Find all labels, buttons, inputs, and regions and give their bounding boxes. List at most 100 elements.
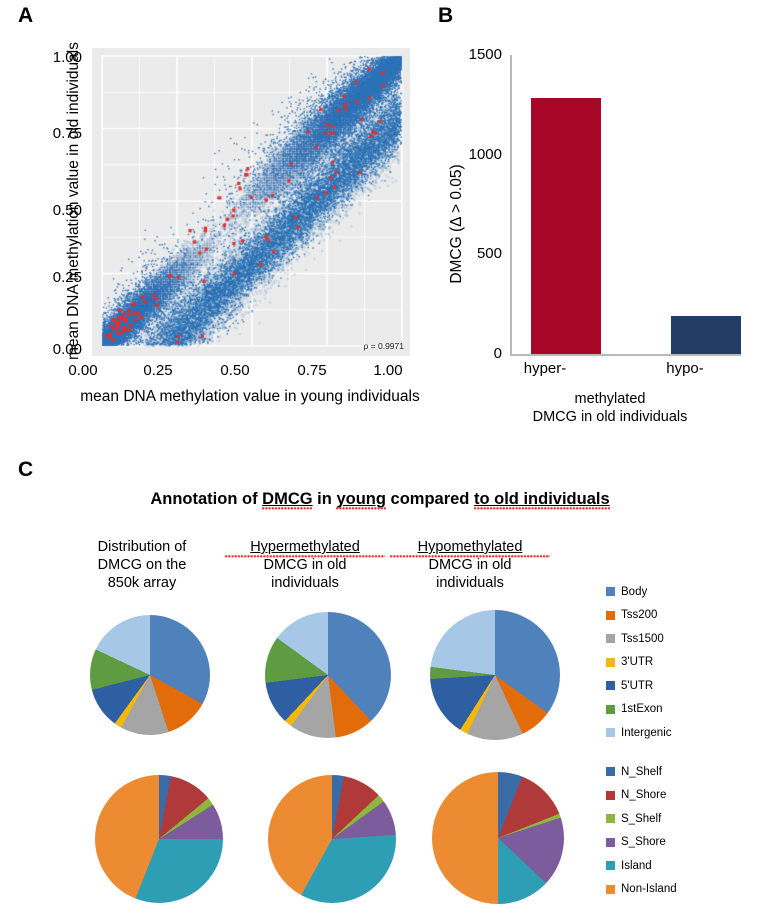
panel-a-xtick-025: 0.25 — [143, 362, 173, 379]
legend-gene-swatch-icon-0 — [606, 587, 615, 597]
bar-hyper[interactable] — [531, 98, 601, 354]
legend-island-item-4[interactable]: Island — [606, 854, 677, 878]
legend-island-label-1: N_Shore — [621, 789, 667, 802]
legend-island-swatch-icon-0 — [606, 767, 615, 777]
pie-chart-island-hyper[interactable] — [268, 775, 396, 903]
legend-gene-label-5: 1stExon — [621, 703, 663, 716]
column-header-array: Distribution of DMCG on the 850k array — [62, 538, 222, 592]
panel-b-x-axis-line — [510, 354, 741, 356]
legend-gene-item-0[interactable]: Body — [606, 580, 672, 604]
legend-island-label-3: S_Shore — [621, 836, 666, 849]
legend-gene-swatch-icon-6 — [606, 728, 615, 738]
panel-b-ytick-500: 500 — [476, 245, 502, 262]
pie-chart-gene-array[interactable] — [90, 615, 210, 735]
legend-gene-swatch-icon-3 — [606, 657, 615, 667]
column-header-hyper-line1: Hypermethylated — [225, 538, 385, 558]
legend-gene-item-5[interactable]: 1stExon — [606, 698, 672, 722]
legend-gene-swatch-icon-5 — [606, 704, 615, 714]
column-header-array-line2: DMCG on the — [97, 557, 187, 573]
panel-a: A mean DNA methylation value in old indi… — [0, 0, 430, 440]
panel-c-title-part-1: DMCG — [262, 490, 313, 508]
pie-chart-island-hypo[interactable] — [432, 772, 564, 904]
legend-gene-label-2: Tss1500 — [621, 632, 664, 645]
scatter-canvas — [92, 48, 410, 356]
legend-gene-item-1[interactable]: Tss200 — [606, 604, 672, 628]
pie-chart-gene-hyper[interactable] — [265, 612, 391, 738]
legend-gene-label-3: 3'UTR — [621, 656, 654, 669]
panel-a-ytick-1: 1.00 — [52, 49, 82, 66]
panel-a-ytick-075: 0.75 — [52, 125, 82, 142]
legend-gene-label-0: Body — [621, 585, 648, 598]
panel-c: C Annotation of DMCG in young compared t… — [0, 450, 761, 912]
legend-island-swatch-icon-5 — [606, 884, 615, 894]
legend-island-relation: N_Shelf N_Shore S_Shelf S_Shore Island Non-Is… — [606, 760, 677, 901]
legend-island-label-2: S_Shelf — [621, 812, 662, 825]
legend-island-item-1[interactable]: N_Shore — [606, 784, 677, 808]
panel-b-y-axis-title: DMCG (Δ > 0.05) — [448, 164, 465, 284]
panel-b-ytick-1000: 1000 — [468, 146, 502, 163]
panel-a-xtick-1: 1.00 — [373, 362, 403, 379]
panel-a-xtick-05: 0.50 — [220, 362, 250, 379]
column-header-hypo-line3: individuals — [436, 575, 504, 591]
panel-c-title-part-2: in — [312, 490, 337, 508]
legend-island-swatch-icon-2 — [606, 814, 615, 824]
column-header-array-line1: Distribution of — [97, 539, 187, 555]
panel-a-y-axis-title: mean DNA methylation value in old indivi… — [65, 42, 82, 360]
panel-b-category-hyper: hyper- — [523, 360, 567, 377]
column-header-hypo-line2: DMCG in old — [428, 557, 512, 573]
panel-b-x-axis-title: methylated DMCG in old individuals — [490, 390, 730, 426]
legend-gene-swatch-icon-2 — [606, 634, 615, 644]
column-header-hyper-line2: DMCG in old — [263, 557, 347, 573]
panel-b-x-axis-line2: DMCG in old individuals — [532, 409, 688, 425]
panel-a-letter: A — [18, 4, 34, 27]
legend-gene-label-1: Tss200 — [621, 609, 658, 622]
legend-island-item-0[interactable]: N_Shelf — [606, 760, 677, 784]
column-header-array-line3: 850k array — [107, 575, 177, 591]
legend-island-label-5: Non-Island — [621, 883, 677, 896]
pie-chart-island-array[interactable] — [95, 775, 223, 903]
panel-a-xtick-0: 0.00 — [68, 362, 98, 379]
correlation-annotation: ρ = 0.9971 — [363, 341, 404, 351]
column-header-hypo: Hypomethylated DMCG in old individuals — [390, 538, 550, 592]
legend-gene-item-6[interactable]: Intergenic — [606, 721, 672, 745]
panel-c-title-part-4: compared — [385, 490, 474, 508]
legend-gene-swatch-icon-1 — [606, 610, 615, 620]
legend-island-swatch-icon-3 — [606, 837, 615, 847]
panel-a-plot-area: ρ = 0.9971 — [92, 48, 410, 356]
panel-b-plot-area — [511, 55, 741, 354]
legend-gene-label-4: 5'UTR — [621, 679, 654, 692]
legend-island-item-5[interactable]: Non-Island — [606, 878, 677, 902]
column-header-hyper: Hypermethylated DMCG in old individuals — [225, 538, 385, 592]
panel-b: B DMCG (Δ > 0.05) 1500 1000 500 0 hyper-… — [430, 0, 761, 440]
panel-a-ytick-0: 0.00 — [52, 341, 82, 358]
legend-gene-item-2[interactable]: Tss1500 — [606, 627, 672, 651]
legend-gene-region: Body Tss200 Tss1500 3'UTR 5'UTR 1stExon Interg… — [606, 580, 672, 745]
column-header-hypo-line1: Hypomethylated — [390, 538, 550, 558]
legend-gene-item-4[interactable]: 5'UTR — [606, 674, 672, 698]
column-header-hyper-line3: individuals — [271, 575, 339, 591]
panel-c-title-part-0: Annotation of — [150, 490, 263, 508]
legend-gene-item-3[interactable]: 3'UTR — [606, 651, 672, 675]
legend-gene-swatch-icon-4 — [606, 681, 615, 691]
panel-a-ytick-05: 0.50 — [52, 202, 82, 219]
legend-island-label-4: Island — [621, 859, 652, 872]
panel-b-x-axis-line1: methylated — [574, 391, 646, 407]
legend-gene-label-6: Intergenic — [621, 726, 672, 739]
panel-a-x-axis-title: mean DNA methylation value in young indi… — [80, 388, 420, 405]
legend-island-swatch-icon-1 — [606, 790, 615, 800]
panel-c-title-part-3: young — [336, 490, 386, 508]
panel-b-ytick-1500: 1500 — [468, 46, 502, 63]
panel-a-xtick-075: 0.75 — [297, 362, 327, 379]
panel-c-letter: C — [18, 458, 34, 481]
panel-c-title: Annotation of DMCG in young compared to … — [60, 490, 700, 509]
bar-hypo[interactable] — [671, 316, 741, 354]
pie-chart-gene-hypo[interactable] — [430, 610, 560, 740]
legend-island-item-2[interactable]: S_Shelf — [606, 807, 677, 831]
panel-b-letter: B — [438, 4, 454, 27]
panel-a-ytick-025: 0.25 — [52, 269, 82, 286]
legend-island-item-3[interactable]: S_Shore — [606, 831, 677, 855]
legend-island-label-0: N_Shelf — [621, 765, 662, 778]
legend-island-swatch-icon-4 — [606, 861, 615, 871]
panel-c-title-part-5: to old individuals — [473, 490, 610, 508]
panel-b-category-hypo: hypo- — [666, 360, 704, 377]
